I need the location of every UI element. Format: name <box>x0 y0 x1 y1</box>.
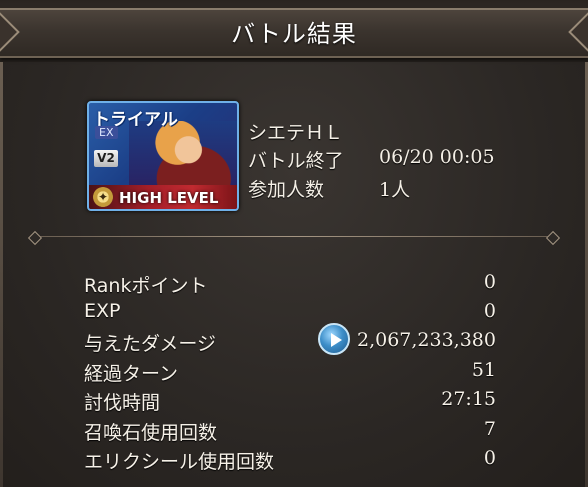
divider <box>27 230 561 246</box>
stat-label: Rankポイント <box>84 275 208 297</box>
stat-label: 討伐時間 <box>84 392 161 414</box>
battle-end-row: バトル終了 06/20 00:05 <box>248 146 495 173</box>
stat-row-turns: 経過ターン 51 <box>84 359 496 387</box>
stat-value: 2,067,233,380 <box>356 329 496 351</box>
hl-emblem-icon: ✦ <box>93 187 113 207</box>
ex-label: EX <box>95 126 118 139</box>
stat-value: 27:15 <box>441 388 496 410</box>
battle-end-value: 06/20 00:05 <box>379 146 495 168</box>
stat-label: エリクシール使用回数 <box>84 451 275 473</box>
quest-banner[interactable]: トライアル EX V2 ✦ HIGH LEVEL <box>87 101 239 211</box>
stat-value: 0 <box>483 300 496 322</box>
stat-row-elixir-uses: エリクシール使用回数 0 <box>84 447 496 475</box>
stat-label: 召喚石使用回数 <box>84 422 218 444</box>
stat-value: 7 <box>483 418 496 440</box>
stat-row-exp: EXP 0 <box>84 300 496 328</box>
stat-label: 与えたダメージ <box>84 333 217 355</box>
stat-row-clear-time: 討伐時間 27:15 <box>84 388 496 416</box>
stat-value: 0 <box>483 447 496 469</box>
stat-label: 経過ターン <box>84 363 179 385</box>
quest-name: シエテＨＬ <box>248 122 344 144</box>
stat-label: EXP <box>84 300 121 322</box>
header: バトル結果 <box>0 0 588 62</box>
version-badge: V2 <box>94 150 118 167</box>
battle-end-label: バトル終了 <box>248 150 344 172</box>
left-border <box>0 62 3 487</box>
character-portrait <box>129 121 237 193</box>
stat-value: 0 <box>483 271 496 293</box>
difficulty-label: HIGH LEVEL <box>119 189 219 207</box>
stat-row-summon-uses: 召喚石使用回数 7 <box>84 418 496 446</box>
participants-value: 1人 <box>379 179 411 201</box>
difficulty-bar: ✦ HIGH LEVEL <box>89 185 237 209</box>
damage-detail-button[interactable] <box>318 323 350 355</box>
play-icon <box>331 333 342 347</box>
participants-row: 参加人数 1人 <box>248 175 410 202</box>
page-title: バトル結果 <box>231 20 357 48</box>
participants-label: 参加人数 <box>248 179 325 201</box>
stat-row-rank-points: Rankポイント 0 <box>84 271 496 299</box>
stat-row-damage: 与えたダメージ 2,067,233,380 <box>84 323 496 357</box>
stat-value: 51 <box>471 359 496 381</box>
